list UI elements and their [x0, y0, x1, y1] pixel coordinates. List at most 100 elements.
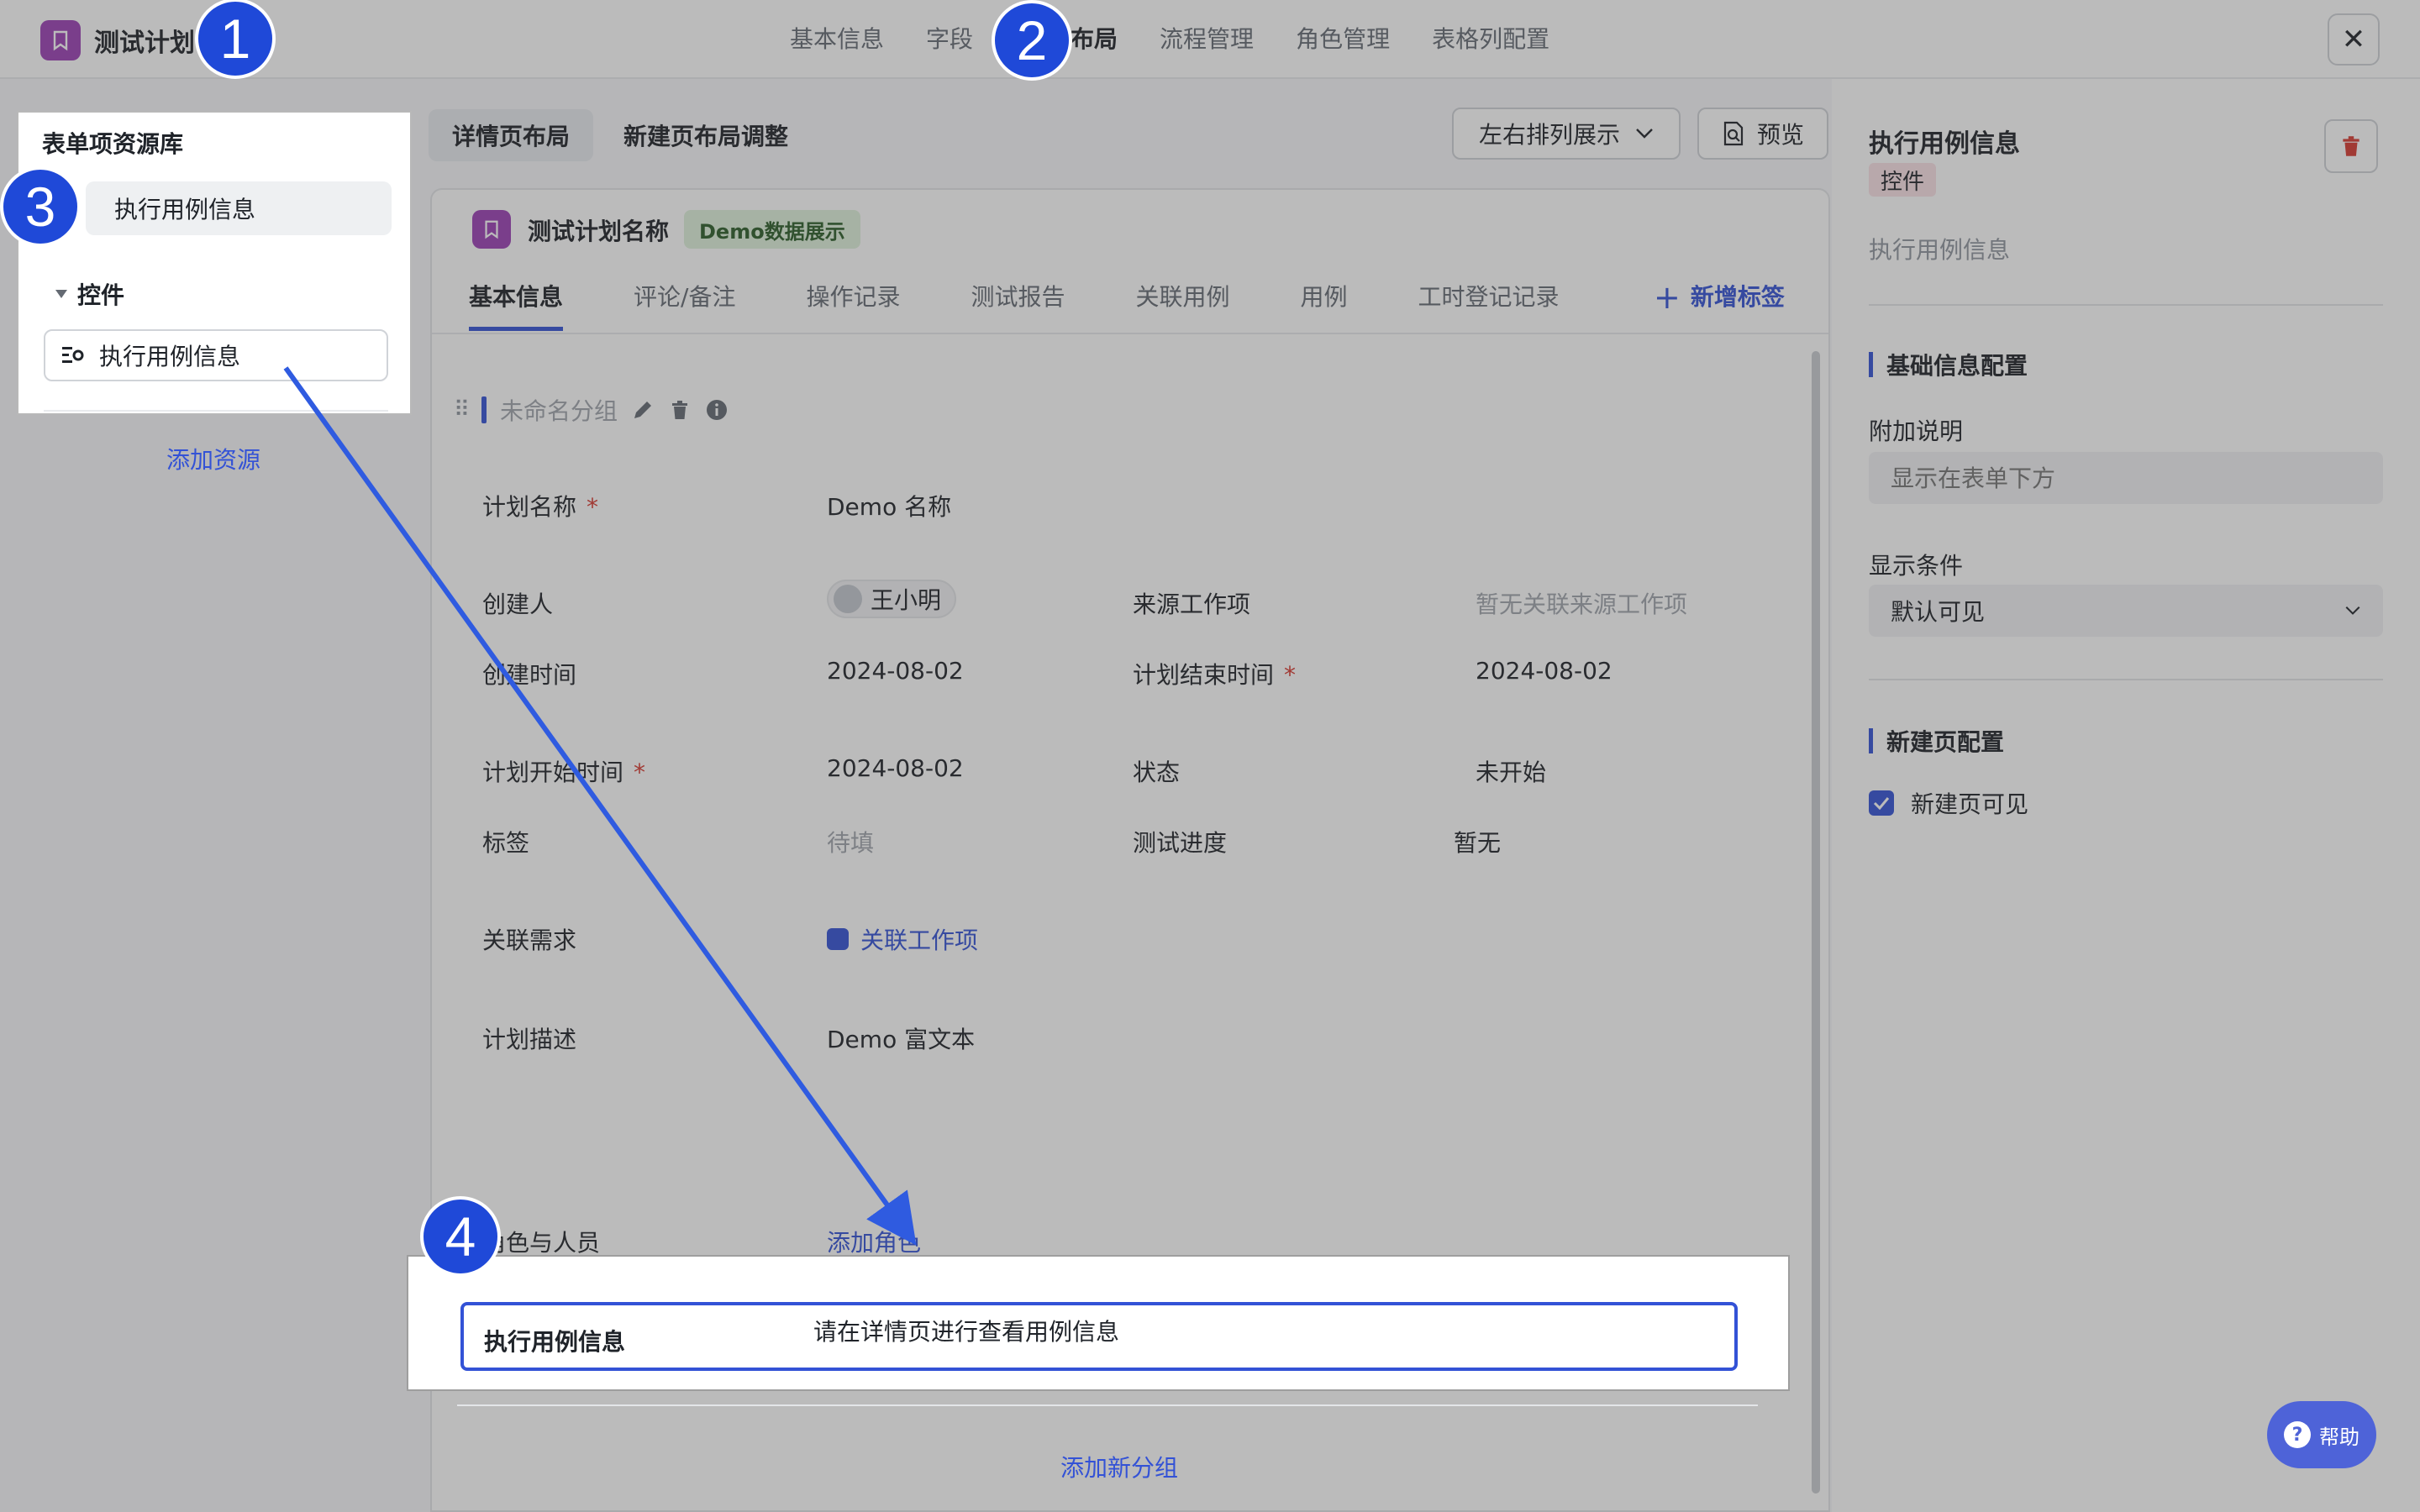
creator-name: 王小明: [871, 586, 942, 614]
group-header: ⠿ 未命名分组: [454, 393, 729, 427]
condition-label: 显示条件: [1869, 552, 1964, 580]
controls-section-toggle[interactable]: 控件: [55, 277, 124, 311]
chevron-down-icon: [1636, 129, 1653, 139]
source-label: 来源工作项: [1133, 591, 1251, 618]
drop-target-highlight: 执行用例信息 请在详情页进行查看用例信息: [407, 1255, 1790, 1391]
tab-roles[interactable]: 角色管理: [1296, 18, 1390, 60]
step-badge-4: 4: [420, 1196, 501, 1277]
group-name: 未命名分组: [500, 397, 618, 425]
exec-info-field[interactable]: 执行用例信息 请在详情页进行查看用例信息: [460, 1302, 1738, 1371]
property-panel: 执行用例信息 控件 执行用例信息 基础信息配置 附加说明 显示条件 默认可见 新…: [1832, 79, 2420, 1512]
check-icon: [1869, 790, 1894, 816]
plus-icon: +: [1654, 279, 1681, 316]
dim-overlay: [0, 111, 17, 415]
plan-name-value: Demo 名称: [827, 493, 952, 521]
drag-handle-icon[interactable]: ⠿: [454, 397, 470, 423]
new-page-config-section: 新建页配置: [1869, 724, 2004, 758]
control-tag: 控件: [1869, 163, 1937, 197]
top-tab-bar: 基本信息 字段 页面布局 流程管理 角色管理 表格列配置: [790, 18, 1591, 60]
resource-library-panel: 表单项资源库 执行用例信息 控件 执行用例信息: [17, 111, 412, 415]
add-group-link[interactable]: 添加新分组: [1060, 1450, 1178, 1483]
start-time-label: 计划开始时间 *: [482, 759, 646, 786]
form-tab-history[interactable]: 操作记录: [806, 267, 900, 331]
settings-list-icon: [62, 347, 84, 363]
chevron-down-icon: [2345, 606, 2360, 615]
description-label: 计划描述: [482, 1026, 577, 1053]
exec-info-label: 执行用例信息: [484, 1328, 626, 1356]
condition-select[interactable]: 默认可见: [1869, 585, 2383, 637]
tag-value: 待填: [827, 829, 875, 857]
trash-icon[interactable]: [668, 398, 692, 422]
new-page-visible-checkbox[interactable]: 新建页可见: [1869, 786, 2028, 820]
form-tab-timelog[interactable]: 工时登记记录: [1418, 267, 1560, 331]
top-header: 测试计划 基本信息 字段 页面布局 流程管理 角色管理 表格列配置 ✕: [0, 0, 2420, 79]
divider: [44, 410, 388, 412]
created-time-label: 创建时间: [482, 661, 577, 689]
divider: [457, 1404, 1758, 1406]
exec-info-value: 请在详情页进行查看用例信息: [813, 1318, 1120, 1346]
new-page-visible-label: 新建页可见: [1911, 790, 2029, 818]
layout-mode-label: 左右排列展示: [1478, 121, 1620, 149]
condition-value: 默认可见: [1891, 598, 1986, 626]
divider: [1869, 679, 2383, 680]
add-tab-button[interactable]: + 新增标签: [1654, 267, 1785, 328]
tab-divider: [432, 333, 1828, 334]
form-tab-report[interactable]: 测试报告: [971, 267, 1065, 331]
form-tab-basic[interactable]: 基本信息: [469, 267, 564, 331]
progress-label: 测试进度: [1133, 829, 1228, 857]
progress-value: 暂无: [1454, 829, 1502, 857]
question-icon: ?: [2284, 1421, 2311, 1448]
preview-button[interactable]: 预览: [1697, 108, 1828, 160]
creator-chip[interactable]: 王小明: [827, 580, 957, 618]
detail-layout-button[interactable]: 详情页布局: [429, 109, 593, 161]
new-layout-button[interactable]: 新建页布局调整: [605, 109, 807, 161]
control-item-exec-info[interactable]: 执行用例信息: [44, 329, 388, 381]
end-time-label: 计划结束时间 *: [1133, 661, 1297, 689]
created-time-value: 2024-08-02: [827, 657, 964, 685]
divider: [1869, 304, 2383, 306]
tab-workflow[interactable]: 流程管理: [1160, 18, 1254, 60]
tab-table-columns[interactable]: 表格列配置: [1432, 18, 1549, 60]
start-time-value: 2024-08-02: [827, 754, 964, 782]
form-tab-cases[interactable]: 用例: [1301, 267, 1348, 331]
bookmark-icon: [472, 210, 511, 249]
info-icon[interactable]: [705, 398, 729, 422]
add-tab-label: 新增标签: [1690, 283, 1785, 311]
form-tab-linked-cases[interactable]: 关联用例: [1135, 267, 1229, 331]
end-time-value: 2024-08-02: [1476, 657, 1612, 685]
basic-config-section: 基础信息配置: [1869, 348, 2028, 381]
requirement-label: 关联需求: [482, 927, 577, 954]
group-accent-bar: [481, 396, 487, 423]
preview-label: 预览: [1756, 121, 1804, 149]
tab-basic-info[interactable]: 基本信息: [790, 18, 884, 60]
creator-label: 创建人: [482, 591, 554, 618]
form-tab-comments[interactable]: 评论/备注: [634, 267, 735, 331]
close-button[interactable]: ✕: [2328, 13, 2380, 66]
plan-name-label: 计划名称 *: [482, 493, 599, 521]
description-value: Demo 富文本: [827, 1026, 976, 1053]
add-resource-link[interactable]: 添加资源: [166, 442, 260, 475]
scrollbar[interactable]: [1812, 351, 1820, 1494]
note-label: 附加说明: [1869, 417, 1964, 445]
step-badge-3: 3: [0, 166, 81, 247]
link-workitem[interactable]: 关联工作项: [827, 922, 978, 956]
preview-icon: [1723, 121, 1744, 146]
pencil-icon[interactable]: [631, 398, 655, 422]
caret-down-icon: [55, 290, 67, 298]
tab-fields[interactable]: 字段: [926, 18, 973, 60]
step-badge-2: 2: [992, 0, 1072, 81]
add-role-link[interactable]: 添加角色: [827, 1225, 921, 1258]
note-input[interactable]: [1869, 452, 2383, 504]
close-icon: ✕: [2341, 23, 2366, 56]
form-title: 测试计划名称: [528, 218, 670, 245]
help-button[interactable]: ? 帮助: [2267, 1401, 2376, 1468]
tag-label: 标签: [482, 829, 530, 857]
controls-section-label: 控件: [77, 281, 125, 309]
resource-library-title: 表单项资源库: [42, 130, 184, 158]
resource-item-exec-info[interactable]: 执行用例信息: [86, 181, 392, 235]
status-value: 未开始: [1476, 759, 1547, 786]
form-tab-bar: 基本信息 评论/备注 操作记录 测试报告 关联用例 用例 工时登记记录: [469, 267, 1630, 331]
layout-mode-select[interactable]: 左右排列展示: [1452, 108, 1681, 160]
demo-badge: Demo数据展示: [684, 210, 860, 249]
delete-button[interactable]: [2324, 119, 2378, 173]
